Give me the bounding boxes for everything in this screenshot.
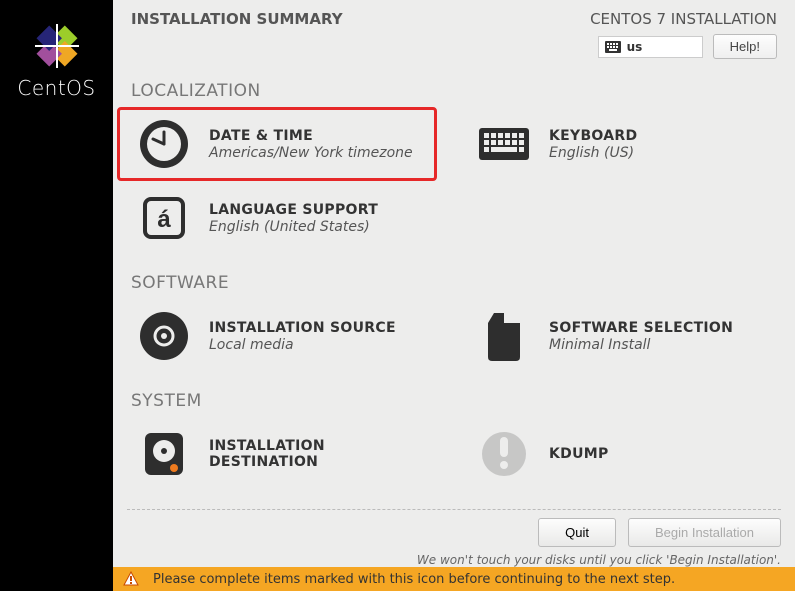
- hard-disk-icon: [137, 427, 191, 481]
- spoke-title: LANGUAGE SUPPORT: [209, 202, 378, 218]
- page-title: INSTALLATION SUMMARY: [131, 10, 343, 59]
- spoke-sub: English (United States): [209, 219, 378, 235]
- spoke-title: INSTALLATION SOURCE: [209, 320, 396, 336]
- section-software-title: SOFTWARE: [131, 273, 777, 293]
- help-button[interactable]: Help!: [713, 34, 777, 59]
- language-icon: á: [137, 191, 191, 245]
- keyboard-layout-indicator[interactable]: us: [598, 36, 703, 58]
- keyboard-layout-text: us: [627, 40, 643, 54]
- spoke-title: INSTALLATION DESTINATION: [209, 438, 423, 470]
- keyboard-icon: [605, 41, 621, 53]
- spoke-sub: English (US): [549, 145, 637, 161]
- centos-logo-icon: [35, 24, 79, 68]
- spoke-sub: Americas/New York timezone: [209, 145, 413, 161]
- spoke-software-selection[interactable]: SOFTWARE SELECTION Minimal Install: [457, 299, 777, 373]
- footer: Quit Begin Installation We won't touch y…: [113, 509, 795, 567]
- begin-installation-button[interactable]: Begin Installation: [628, 518, 781, 547]
- warning-bar: Please complete items marked with this i…: [113, 567, 795, 591]
- spoke-title: KDUMP: [549, 446, 609, 462]
- spoke-keyboard[interactable]: KEYBOARD English (US): [457, 107, 777, 181]
- spoke-title: DATE & TIME: [209, 128, 413, 144]
- header: INSTALLATION SUMMARY CENTOS 7 INSTALLATI…: [113, 0, 795, 59]
- spoke-kdump[interactable]: KDUMP: [457, 417, 777, 491]
- spoke-installation-source[interactable]: INSTALLATION SOURCE Local media: [117, 299, 437, 373]
- spoke-sub: Minimal Install: [549, 337, 733, 353]
- spoke-language-support[interactable]: á LANGUAGE SUPPORT English (United State…: [117, 181, 437, 255]
- warning-triangle-icon: [123, 571, 139, 587]
- sidebar: CentOS: [0, 0, 113, 591]
- disc-icon: [137, 309, 191, 363]
- spoke-title: SOFTWARE SELECTION: [549, 320, 733, 336]
- clock-icon: [137, 117, 191, 171]
- kdump-icon: [477, 427, 531, 481]
- section-localization-title: LOCALIZATION: [131, 81, 777, 101]
- footer-note: We won't touch your disks until you clic…: [127, 553, 781, 567]
- package-icon: [477, 309, 531, 363]
- svg-text:á: á: [157, 206, 171, 233]
- brand-text: CentOS: [17, 76, 95, 100]
- product-title: CENTOS 7 INSTALLATION: [590, 10, 777, 28]
- spoke-title: KEYBOARD: [549, 128, 637, 144]
- section-system-title: SYSTEM: [131, 391, 777, 411]
- quit-button[interactable]: Quit: [538, 518, 616, 547]
- footer-divider: [127, 509, 781, 510]
- spoke-sub: Local media: [209, 337, 396, 353]
- warning-text: Please complete items marked with this i…: [153, 572, 675, 587]
- root-window: CentOS INSTALLATION SUMMARY CENTOS 7 INS…: [0, 0, 795, 591]
- main-panel: INSTALLATION SUMMARY CENTOS 7 INSTALLATI…: [113, 0, 795, 591]
- header-right: CENTOS 7 INSTALLATION us Help!: [590, 10, 777, 59]
- spoke-date-time[interactable]: DATE & TIME Americas/New York timezone: [117, 107, 437, 181]
- spoke-installation-destination[interactable]: INSTALLATION DESTINATION: [117, 417, 437, 491]
- keyboard-large-icon: [477, 117, 531, 171]
